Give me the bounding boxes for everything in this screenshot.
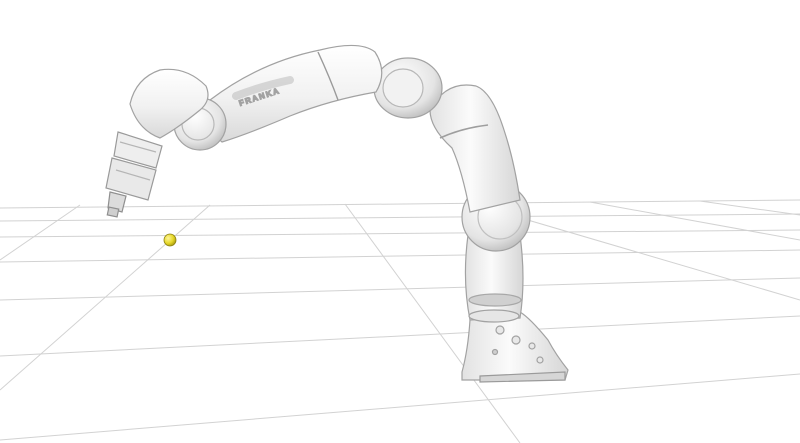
robot-arm[interactable]: FRANKA [105,44,569,383]
link-5[interactable]: FRANKA [207,44,383,143]
target-sphere[interactable] [163,233,177,247]
robot-scene[interactable]: FRANKA [0,0,800,443]
gripper[interactable] [105,131,163,218]
robot-base[interactable] [461,311,569,383]
ground-grid [0,199,800,443]
joint-4[interactable] [373,57,443,119]
3d-viewport[interactable]: FRANKA [0,0,800,443]
link-3[interactable] [429,84,521,213]
